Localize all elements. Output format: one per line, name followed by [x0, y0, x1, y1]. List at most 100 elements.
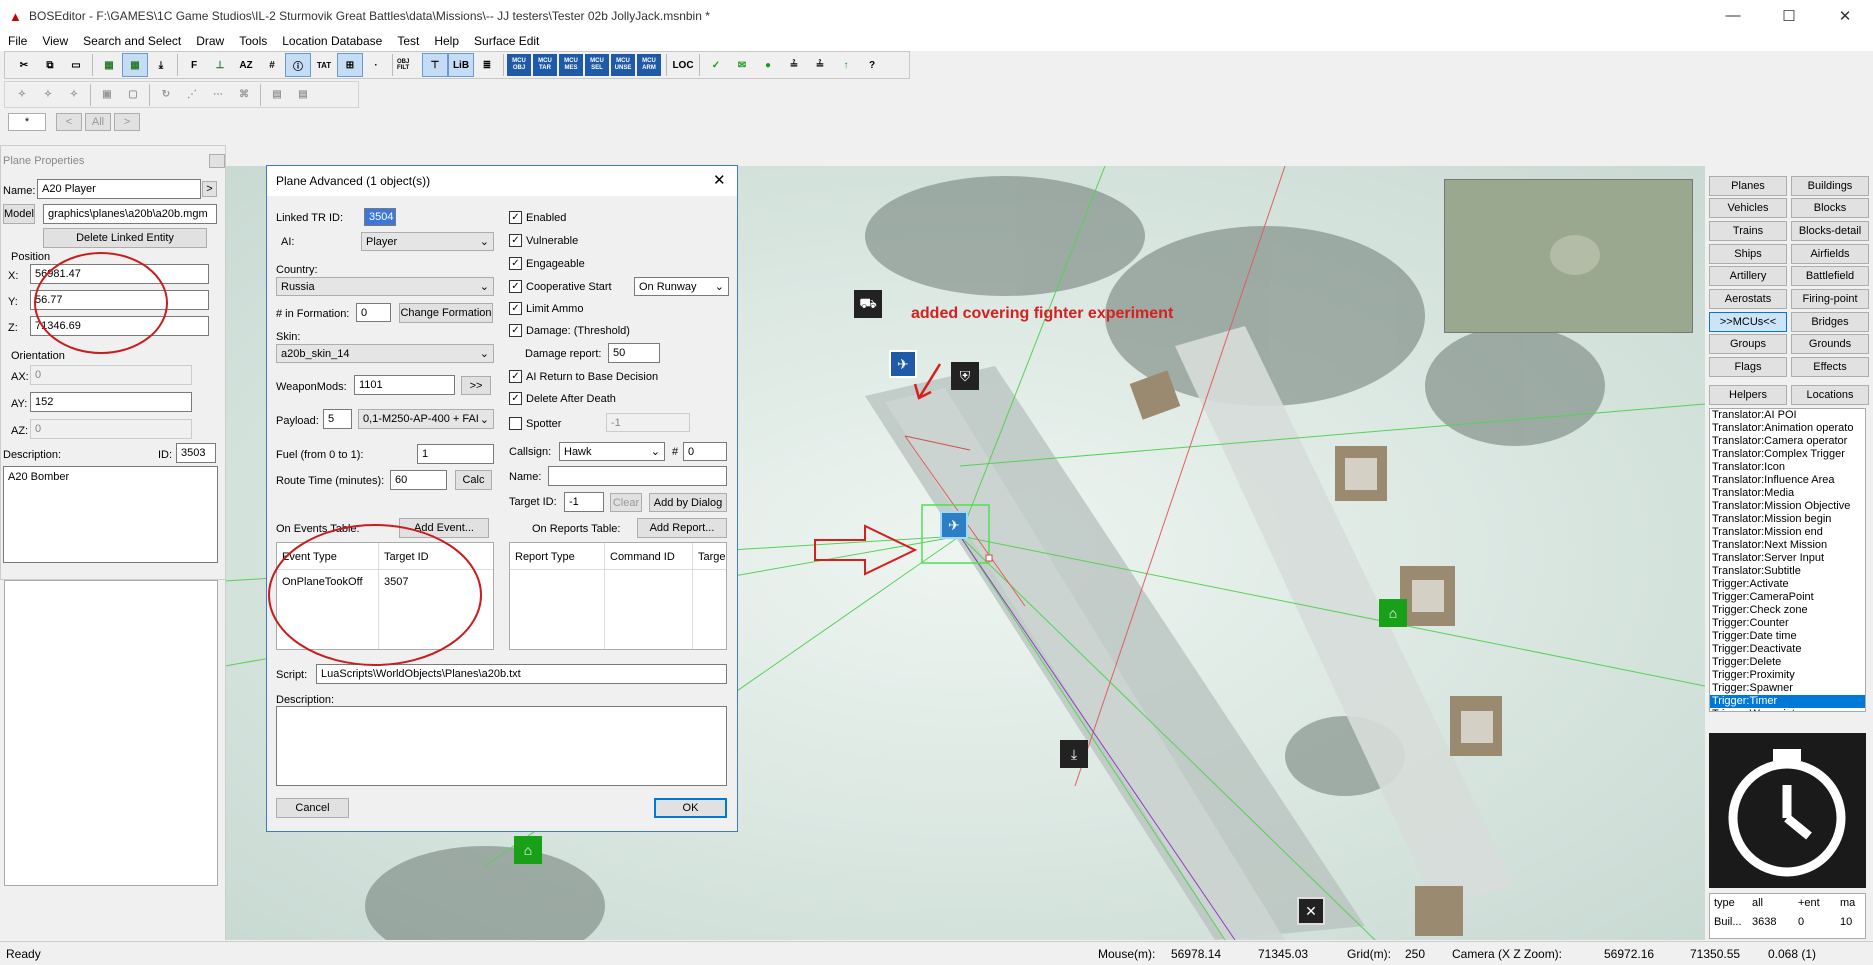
- aerostats-button[interactable]: Aerostats: [1709, 289, 1787, 309]
- cancel-button[interactable]: Cancel: [276, 798, 349, 818]
- trains-button[interactable]: Trains: [1709, 221, 1787, 241]
- mcu-list-item[interactable]: Translator:Animation operato: [1710, 422, 1865, 435]
- layer-active-icon[interactable]: ▦: [122, 53, 148, 77]
- rotate-icon[interactable]: ↻: [153, 83, 179, 107]
- country-select[interactable]: Russia ⌄: [276, 277, 494, 296]
- fuel-field[interactable]: 1: [417, 444, 494, 464]
- description-textarea-dialog[interactable]: [276, 706, 727, 786]
- ships-button[interactable]: Ships: [1709, 244, 1787, 264]
- airfields-button[interactable]: Airfields: [1791, 244, 1869, 264]
- target-id-field[interactable]: -1: [564, 492, 604, 512]
- payload-select[interactable]: 0,1-M250-AP-400 + FAI ⌄: [358, 409, 494, 429]
- linked-tr-field[interactable]: 3504: [364, 208, 396, 226]
- mcu-list-item[interactable]: Trigger:Activate: [1710, 578, 1865, 591]
- next-button[interactable]: >: [114, 113, 140, 131]
- close-window-button[interactable]: ✕: [1817, 0, 1873, 31]
- mcu-list-item[interactable]: Trigger:Delete: [1710, 656, 1865, 669]
- level2-icon[interactable]: ≟: [807, 53, 833, 77]
- picture-icon[interactable]: ▢: [120, 83, 146, 107]
- shield-icon[interactable]: ⛨: [951, 362, 979, 390]
- filter-star-field[interactable]: *: [8, 113, 46, 131]
- planes-button[interactable]: Planes: [1709, 176, 1787, 196]
- event-row-type[interactable]: OnPlaneTookOff: [282, 576, 363, 588]
- loc-button[interactable]: LOC: [670, 53, 696, 77]
- skin-select[interactable]: a20b_skin_14 ⌄: [276, 344, 494, 363]
- cut-icon[interactable]: ✂: [11, 53, 37, 77]
- menu-view[interactable]: View: [42, 34, 68, 48]
- ok-button[interactable]: OK: [654, 798, 727, 818]
- doc2-icon[interactable]: ▤: [290, 83, 316, 107]
- mcu-list-item[interactable]: Trigger:Date time: [1710, 630, 1865, 643]
- mcus-button[interactable]: >>MCUs<<: [1709, 312, 1787, 332]
- lib-button[interactable]: LiB: [448, 53, 474, 77]
- mcu-list-item[interactable]: Trigger:Timer: [1710, 695, 1865, 708]
- mcu-list-item[interactable]: Translator:Influence Area: [1710, 474, 1865, 487]
- mcu-tar-button[interactable]: MCU TAR: [533, 54, 557, 76]
- limit-ammo-checkbox[interactable]: ✓ Limit Ammo: [509, 302, 583, 315]
- help-icon[interactable]: ?: [859, 53, 885, 77]
- home-icon[interactable]: ⌂: [1379, 599, 1407, 627]
- delete-after-death-checkbox[interactable]: ✓ Delete After Death: [509, 392, 616, 405]
- mcu-list-item[interactable]: Trigger:Spawner: [1710, 682, 1865, 695]
- properties-icon[interactable]: ≣: [474, 53, 500, 77]
- grounds-button[interactable]: Grounds: [1791, 334, 1869, 354]
- spotter-checkbox[interactable]: Spotter: [509, 417, 561, 430]
- menu-draw[interactable]: Draw: [196, 34, 224, 48]
- helpers-button[interactable]: Helpers: [1709, 385, 1787, 405]
- node-move-icon[interactable]: ✧: [61, 83, 87, 107]
- green-dot-icon[interactable]: ●: [755, 53, 781, 77]
- copy-icon[interactable]: ⧉: [37, 53, 63, 77]
- cooperative-start-checkbox[interactable]: ✓ Cooperative Start: [509, 280, 612, 293]
- mcu-list[interactable]: Translator:AI POI Translator:Animation op…: [1709, 408, 1866, 712]
- close-marker-icon[interactable]: ✕: [1297, 897, 1325, 925]
- coop-start-select[interactable]: On Runway ⌄: [634, 277, 729, 296]
- add-by-dialog-button[interactable]: Add by Dialog: [649, 493, 727, 512]
- formation-field[interactable]: 0: [356, 303, 391, 322]
- node-tool-icon[interactable]: ✧: [9, 83, 35, 107]
- reports-table[interactable]: Report Type Command ID Targe: [509, 542, 727, 650]
- mcu-list-item[interactable]: Translator:Media: [1710, 487, 1865, 500]
- mcu-sel-button[interactable]: MCU SEL: [585, 54, 609, 76]
- up-arrow-icon[interactable]: ↑: [833, 53, 859, 77]
- mcu-list-item[interactable]: Trigger:Waypoint: [1710, 708, 1865, 711]
- route-time-field[interactable]: 60: [390, 470, 447, 490]
- sort-icon[interactable]: AZ: [233, 53, 259, 77]
- bridges-button[interactable]: Bridges: [1791, 312, 1869, 332]
- mcu-list-item[interactable]: Trigger:Proximity: [1710, 669, 1865, 682]
- mcu-list-item[interactable]: Trigger:Counter: [1710, 617, 1865, 630]
- doc-icon[interactable]: ▤: [264, 83, 290, 107]
- event-row-target[interactable]: 3507: [384, 576, 408, 588]
- events-table[interactable]: Event Type Target ID OnPlaneTookOff 3507: [276, 542, 494, 650]
- info-icon[interactable]: ⓘ: [285, 53, 311, 77]
- weaponmods-button[interactable]: >>: [461, 376, 491, 395]
- mcu-list-item[interactable]: Translator:Complex Trigger: [1710, 448, 1865, 461]
- flags-button[interactable]: Flags: [1709, 357, 1787, 377]
- mcu-list-item[interactable]: Trigger:Deactivate: [1710, 643, 1865, 656]
- firing-point-button[interactable]: Firing-point: [1791, 289, 1869, 309]
- menu-test[interactable]: Test: [397, 34, 419, 48]
- mcu-mes-button[interactable]: MCU MES: [559, 54, 583, 76]
- callnum-field[interactable]: 0: [683, 442, 727, 461]
- dot-icon[interactable]: ·: [363, 53, 389, 77]
- mcu-obj-button[interactable]: MCU OBJ: [507, 54, 531, 76]
- obj-filt-button[interactable]: OBJ FILT: [396, 53, 422, 77]
- mcu-list-item[interactable]: Translator:Mission end: [1710, 526, 1865, 539]
- menu-surface-edit[interactable]: Surface Edit: [474, 34, 539, 48]
- calc-button[interactable]: Calc: [455, 470, 492, 490]
- callsign-select[interactable]: Hawk ⌄: [559, 442, 665, 461]
- battlefield-button[interactable]: Battlefield: [1791, 266, 1869, 286]
- damage-report-field[interactable]: 50: [608, 343, 660, 363]
- blocks-detail-button[interactable]: Blocks-detail: [1791, 221, 1869, 241]
- menu-location-database[interactable]: Location Database: [282, 34, 382, 48]
- dialog-close-icon[interactable]: ✕: [713, 171, 726, 189]
- flag-icon[interactable]: F: [181, 53, 207, 77]
- mcu-list-item[interactable]: Translator:Camera operator: [1710, 435, 1865, 448]
- path-icon[interactable]: ⋰: [179, 83, 205, 107]
- effects-button[interactable]: Effects: [1791, 357, 1869, 377]
- layer-icon[interactable]: ▦: [96, 53, 122, 77]
- groups-button[interactable]: Groups: [1709, 334, 1787, 354]
- ground-icon[interactable]: ⊥: [207, 53, 233, 77]
- engageable-checkbox[interactable]: ✓ Engageable: [509, 257, 585, 270]
- level1-icon[interactable]: ≟: [781, 53, 807, 77]
- change-formation-button[interactable]: Change Formation: [399, 303, 493, 323]
